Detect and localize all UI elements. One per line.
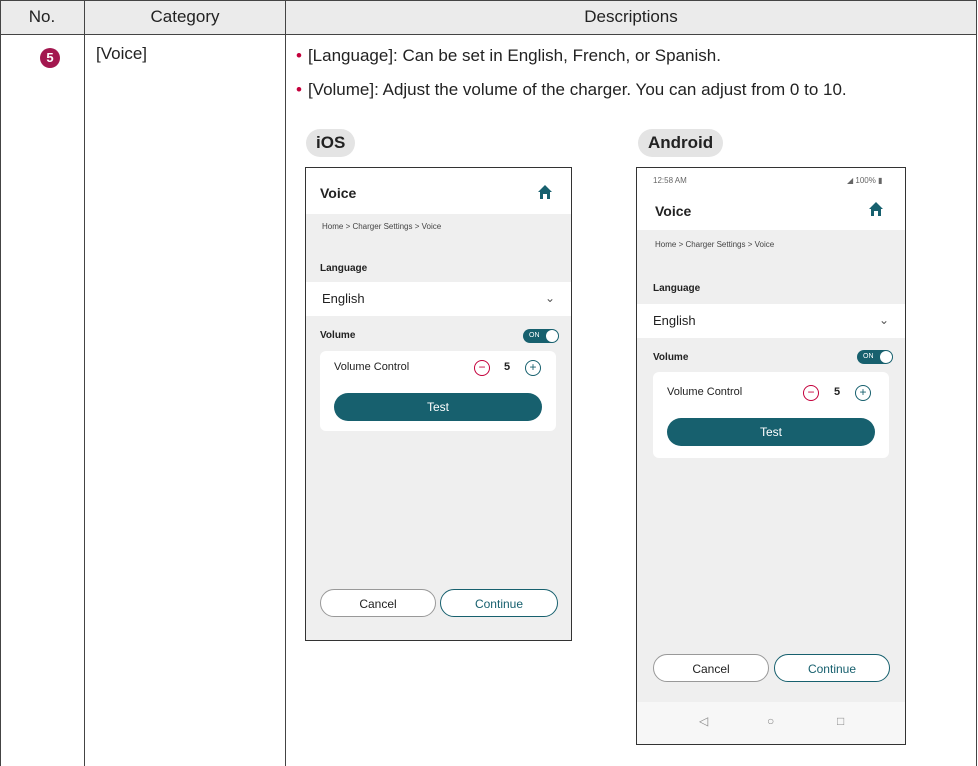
android-language-label: Language: [653, 283, 701, 294]
ios-header: Voice: [306, 168, 571, 214]
ios-language-value: English: [322, 291, 365, 306]
signal-icon: ◢: [847, 176, 854, 185]
android-volume-label: Volume: [653, 352, 689, 363]
table-divider-1: [84, 0, 85, 766]
android-volume-value: 5: [834, 386, 841, 398]
android-breadcrumb[interactable]: Home > Charger Settings > Voice: [655, 240, 774, 249]
chevron-down-icon: ⌄: [878, 313, 889, 327]
ios-volume-toggle[interactable]: ON: [523, 329, 559, 343]
ios-breadcrumb[interactable]: Home > Charger Settings > Voice: [322, 222, 441, 231]
header-category: Category: [150, 7, 220, 26]
bullet-dot: •: [296, 80, 302, 99]
bullet-dot: •: [296, 46, 302, 65]
plus-icon[interactable]: +: [525, 360, 541, 376]
ios-phone: Voice Home > Charger Settings > Voice La…: [305, 167, 572, 641]
toggle-text: ON: [863, 353, 874, 360]
android-cancel-button[interactable]: Cancel: [653, 654, 769, 682]
plus-icon[interactable]: +: [855, 385, 871, 401]
row-number-badge: 5: [40, 48, 60, 68]
ios-volume-value: 5: [504, 361, 511, 373]
minus-icon[interactable]: −: [803, 385, 819, 401]
battery-icon: ▮: [878, 176, 883, 185]
ios-language-select[interactable]: English ⌄: [306, 282, 571, 316]
recents-icon[interactable]: □: [837, 714, 844, 728]
home-icon[interactable]: [868, 201, 884, 217]
android-label: Android: [638, 129, 724, 157]
toggle-knob: [880, 351, 892, 363]
android-volume-card: Volume Control − 5 + Test: [653, 372, 889, 458]
android-nav-bar: ◁ ○ □: [637, 702, 905, 744]
bullet-volume: • [Volume]: Adjust the volume of the char…: [296, 80, 847, 99]
android-volume-toggle[interactable]: ON: [857, 350, 893, 364]
battery-level: 100%: [855, 176, 876, 185]
category-cell: [Voice]: [96, 44, 148, 63]
table-border-right: [976, 0, 977, 766]
header-no: No.: [28, 7, 56, 26]
android-header: 12:58 AM ◢ 100% ▮ Voice: [637, 168, 905, 230]
android-status-time: 12:58 AM: [653, 176, 687, 185]
table-border-left: [0, 0, 1, 766]
toggle-text: ON: [529, 332, 540, 339]
ios-volume-label: Volume: [320, 330, 356, 341]
table-divider-2: [285, 0, 286, 766]
chevron-down-icon: ⌄: [544, 291, 555, 305]
android-language-value: English: [653, 313, 696, 328]
ios-page-title: Voice: [320, 185, 357, 201]
ios-volume-control-label: Volume Control: [334, 361, 410, 373]
android-continue-button[interactable]: Continue: [774, 654, 890, 682]
ios-cancel-button[interactable]: Cancel: [320, 589, 436, 617]
android-volume-control-label: Volume Control: [667, 386, 743, 398]
android-phone: 12:58 AM ◢ 100% ▮ Voice Home > Charger S…: [636, 167, 906, 745]
ios-test-button[interactable]: Test: [334, 393, 542, 421]
minus-icon[interactable]: −: [474, 360, 490, 376]
table-header: No. Category Descriptions: [0, 0, 976, 35]
android-language-select[interactable]: English ⌄: [637, 304, 905, 338]
android-test-button[interactable]: Test: [667, 418, 875, 446]
back-icon[interactable]: ◁: [699, 714, 708, 728]
table-border-top: [0, 0, 977, 1]
ios-label: iOS: [306, 129, 356, 157]
toggle-knob: [546, 330, 558, 342]
android-page-title: Voice: [655, 203, 692, 219]
header-descriptions: Descriptions: [584, 7, 678, 26]
home-icon[interactable]: [537, 184, 553, 200]
android-status-right: ◢ 100% ▮: [847, 176, 883, 185]
ios-continue-button[interactable]: Continue: [440, 589, 558, 617]
ios-volume-card: Volume Control − 5 + Test: [320, 351, 556, 431]
bullet-language: • [Language]: Can be set in English, Fren…: [296, 46, 721, 65]
ios-language-label: Language: [320, 263, 368, 274]
home-circle-icon[interactable]: ○: [767, 714, 774, 728]
